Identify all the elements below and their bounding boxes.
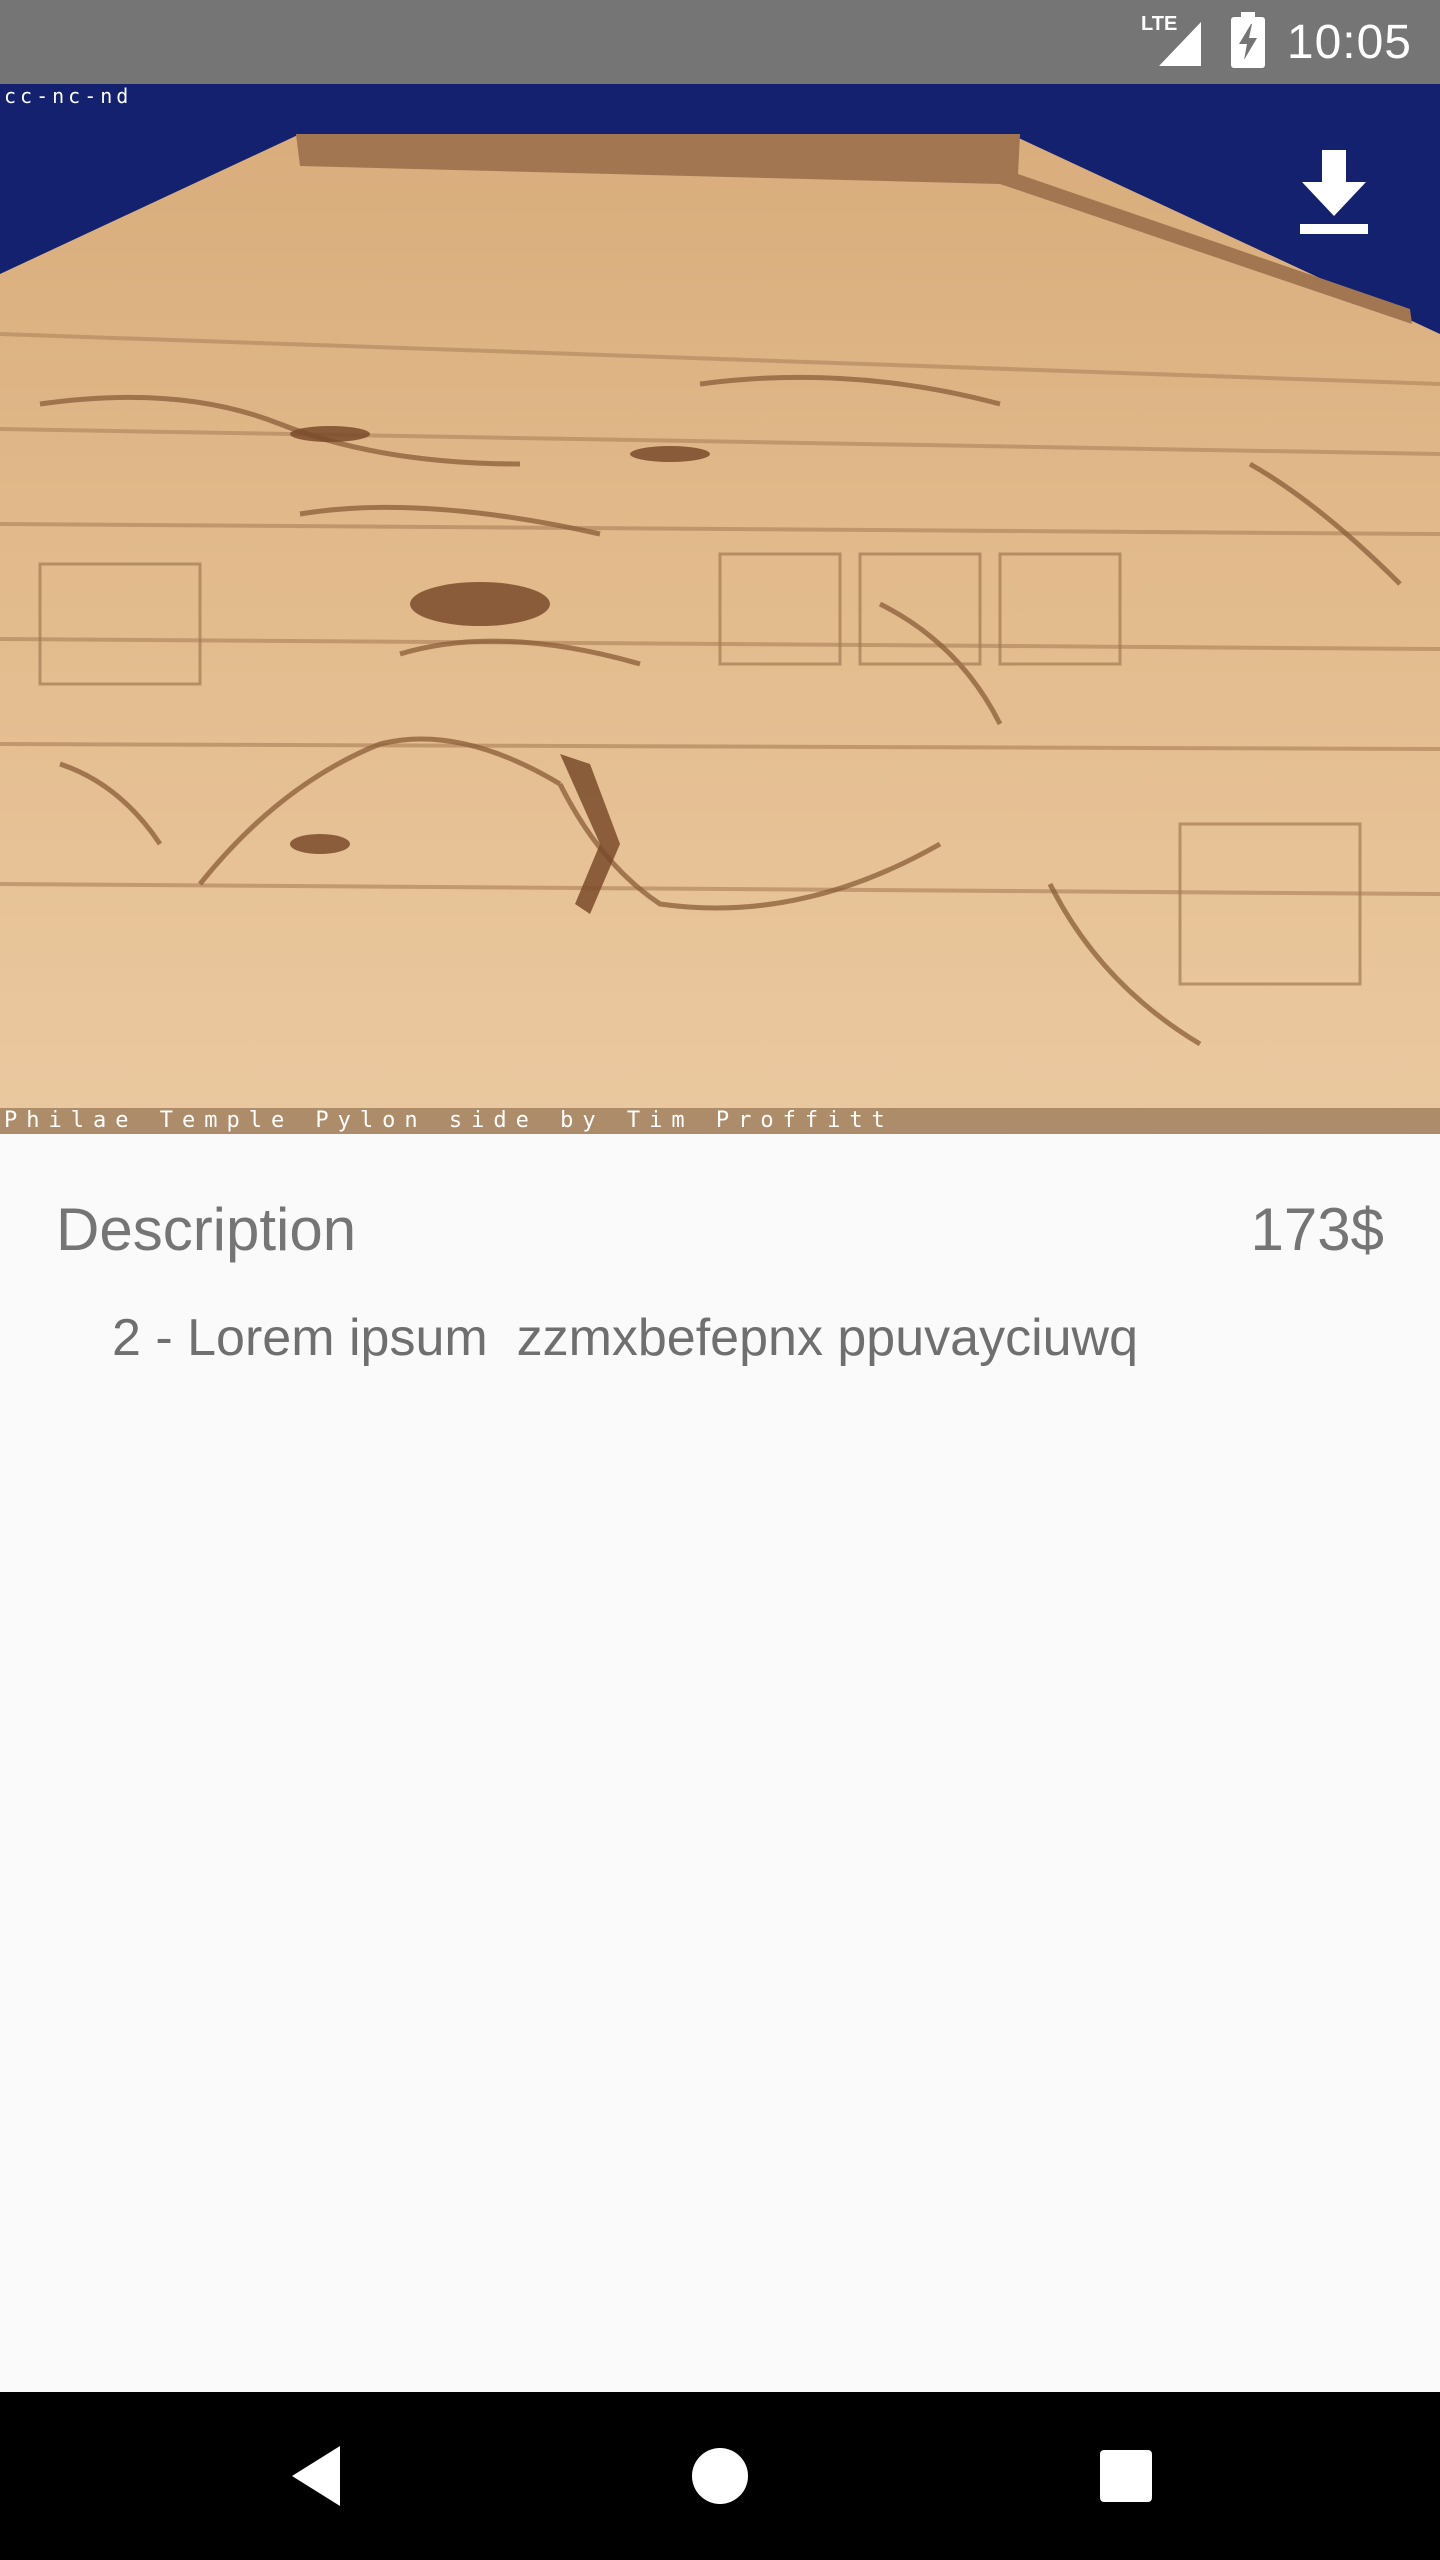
watermark-caption: Philae Temple Pylon side by Tim Proffitt xyxy=(0,1108,1440,1134)
status-bar: LTE 10:05 xyxy=(0,0,1440,84)
recents-icon xyxy=(1100,2450,1152,2502)
price-label: 173$ xyxy=(1250,1196,1384,1263)
back-icon xyxy=(292,2446,340,2506)
home-icon xyxy=(692,2448,748,2504)
description-text: 2 - Lorem ipsum zzmxbefepnx ppuvayciuwq xyxy=(112,1309,1139,1367)
status-icons: LTE 10:05 xyxy=(1139,0,1412,84)
svg-text:LTE: LTE xyxy=(1141,13,1177,35)
back-button[interactable] xyxy=(232,2392,400,2560)
description-header: Description 173$ xyxy=(56,1195,1384,1264)
recents-button[interactable] xyxy=(1042,2392,1210,2560)
download-button[interactable] xyxy=(1286,144,1382,240)
watermark-license: cc-nc-nd xyxy=(4,84,133,108)
hero-image: cc-nc-nd Philae Temple Pylon side by Tim… xyxy=(0,84,1440,1134)
status-time: 10:05 xyxy=(1286,15,1412,69)
battery-charging-icon xyxy=(1230,11,1265,73)
screen: LTE 10:05 cc-nc-nd Philae Temple Pylon s… xyxy=(0,0,1440,2560)
download-icon xyxy=(1300,150,1368,234)
signal-icon: LTE xyxy=(1139,10,1209,75)
description-label: Description xyxy=(56,1196,357,1263)
temple-pylon-image xyxy=(0,84,1440,1134)
home-button[interactable] xyxy=(636,2392,804,2560)
navigation-bar xyxy=(0,2392,1440,2560)
